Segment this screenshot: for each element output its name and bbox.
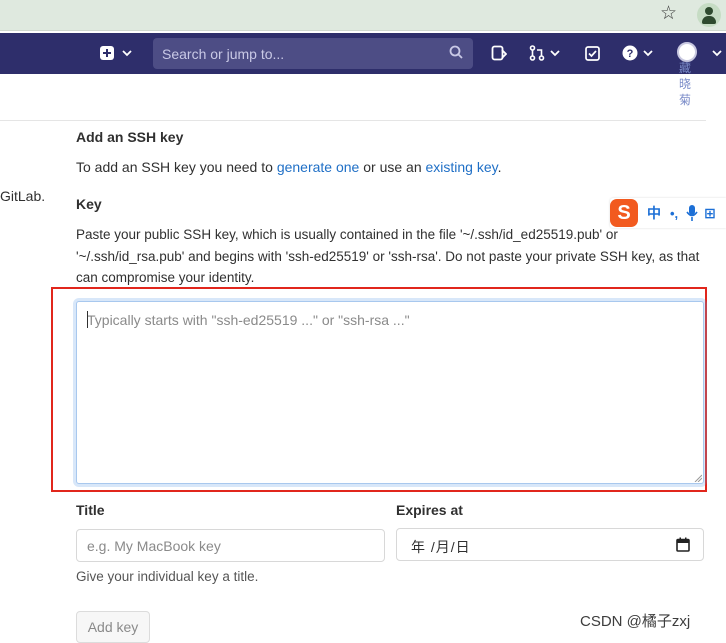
sogou-logo-icon[interactable]: S (610, 199, 638, 227)
keyboard-icon[interactable]: ⊞ (704, 205, 716, 222)
profile-icon[interactable] (697, 3, 721, 27)
expires-date-input[interactable]: 年 /月/日 (396, 528, 704, 561)
key-help-text: Paste your public SSH key, which is usua… (76, 227, 700, 285)
create-new-dropdown[interactable] (100, 42, 132, 64)
chevron-down-icon (550, 50, 560, 57)
help-dropdown[interactable]: ? (622, 42, 653, 64)
ime-punctuation-toggle[interactable]: •, (670, 206, 678, 221)
title-placeholder: e.g. My MacBook key (87, 538, 221, 554)
ssh-key-textarea[interactable] (76, 301, 704, 484)
search-input[interactable]: Search or jump to... (153, 38, 473, 69)
todo-icon[interactable] (585, 42, 600, 64)
browser-toolbar: ☆ (0, 0, 726, 31)
chevron-down-icon[interactable] (712, 42, 722, 64)
intro-suffix: . (497, 159, 502, 175)
resize-handle-icon[interactable] (694, 474, 702, 482)
intro-prefix: To add an SSH key you need to (76, 159, 277, 175)
generate-one-link[interactable]: generate one (277, 159, 360, 175)
existing-key-link[interactable]: existing key (426, 159, 498, 175)
section-intro: To add an SSH key you need to generate o… (76, 159, 502, 175)
search-placeholder: Search or jump to... (162, 46, 285, 62)
text-caret (87, 311, 88, 328)
avatar-alt-text: 藏晓菊 (678, 61, 691, 107)
microphone-icon[interactable] (686, 205, 698, 221)
plus-square-icon (100, 46, 114, 60)
intro-middle: or use an (359, 159, 426, 175)
merge-request-icon (529, 45, 545, 61)
chevron-down-icon (643, 50, 653, 57)
title-hint: Give your individual key a title. (76, 569, 259, 584)
title-input[interactable]: e.g. My MacBook key (76, 529, 385, 562)
date-value: 年 /月/日 (411, 539, 471, 555)
issues-icon[interactable] (491, 42, 507, 64)
section-title: Add an SSH key (76, 129, 184, 145)
calendar-icon[interactable] (676, 537, 690, 552)
search-icon (449, 45, 463, 59)
bookmark-star-icon[interactable]: ☆ (660, 4, 677, 24)
help-icon: ? (622, 45, 638, 61)
divider (0, 120, 706, 121)
top-navbar: Search or jump to... ? (0, 33, 726, 74)
watermark: CSDN @橘子zxj (580, 613, 691, 630)
title-label: Title (76, 502, 105, 518)
chevron-down-icon (122, 50, 132, 57)
add-key-button[interactable]: Add key (76, 611, 150, 643)
expires-label: Expires at (396, 502, 463, 518)
key-label: Key (76, 196, 102, 212)
user-avatar[interactable] (677, 42, 697, 62)
sidebar-text-fragment: GitLab. (0, 188, 46, 204)
ime-toolbar[interactable]: S 中 •, ⊞ (610, 198, 726, 228)
ime-language-toggle[interactable]: 中 (647, 203, 661, 223)
svg-text:?: ? (627, 48, 634, 60)
merge-requests-dropdown[interactable] (529, 42, 560, 64)
